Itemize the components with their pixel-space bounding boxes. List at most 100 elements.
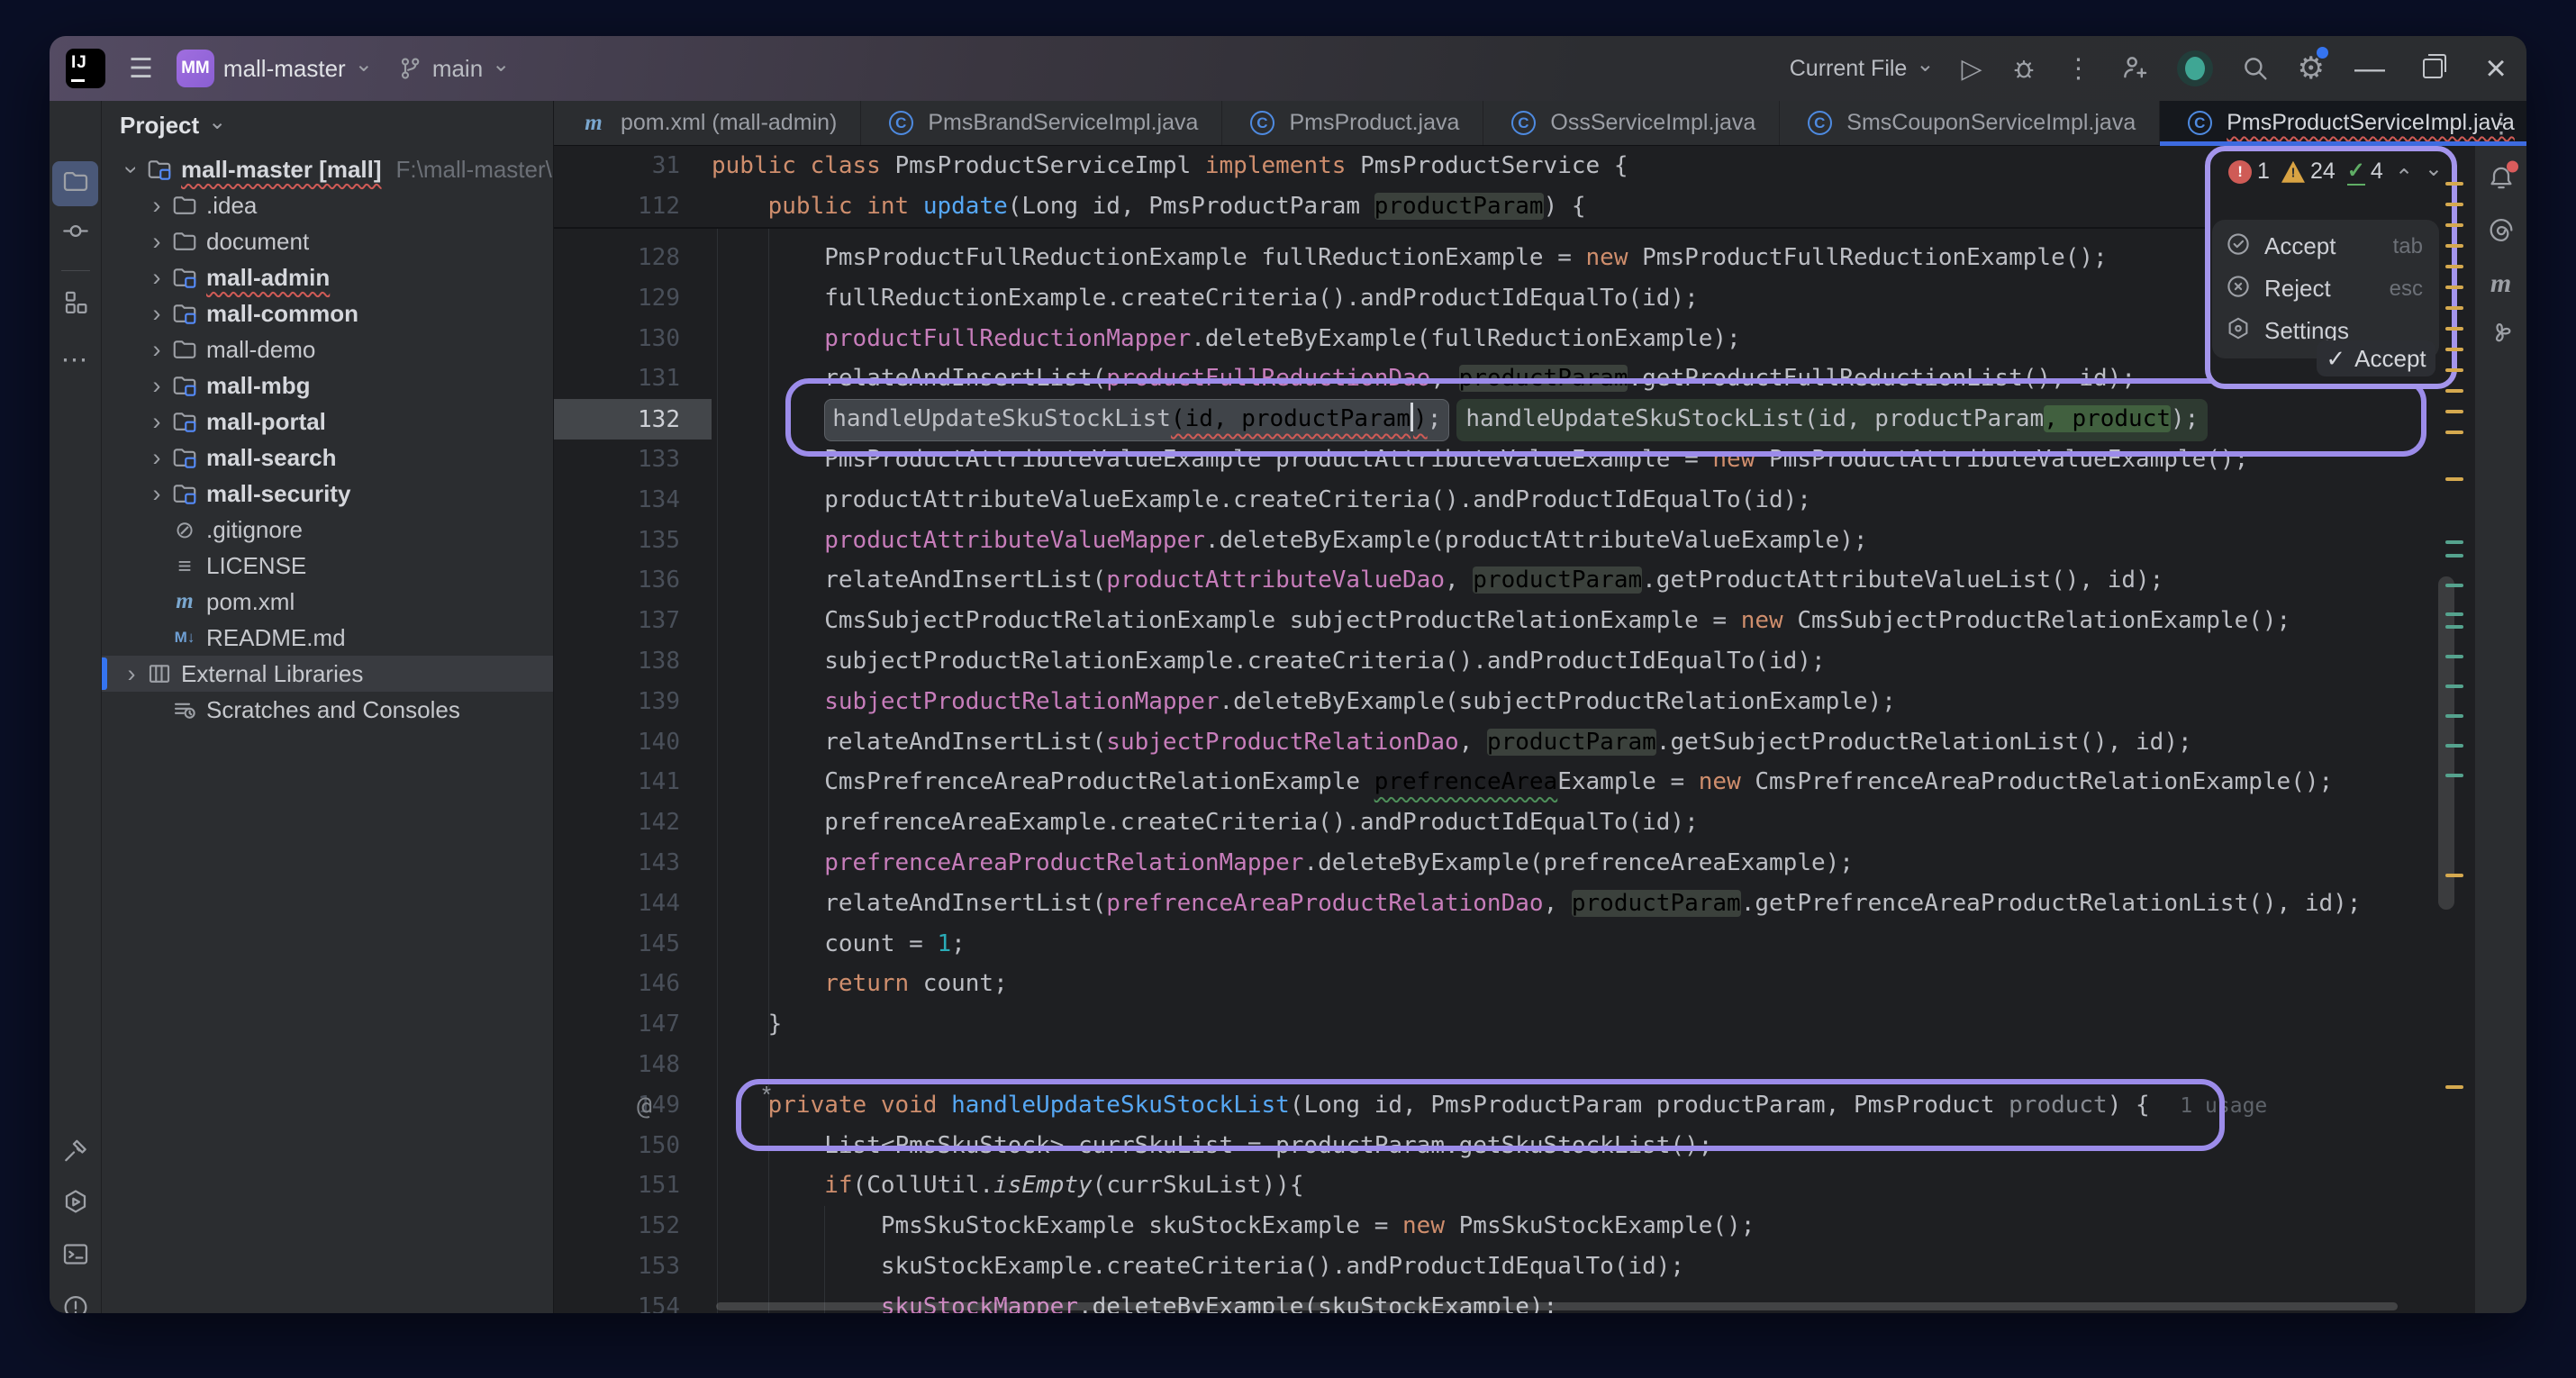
main-menu-button[interactable]: ☰ xyxy=(129,53,153,85)
gradle-tool-button[interactable] xyxy=(2487,319,2516,352)
stripe-mark[interactable] xyxy=(2445,410,2463,413)
search-icon[interactable] xyxy=(2240,53,2271,84)
tree-item-document[interactable]: › document xyxy=(102,223,553,259)
stripe-mark[interactable] xyxy=(2445,1085,2463,1089)
stripe-mark[interactable] xyxy=(2445,286,2463,289)
run-configuration-selector[interactable]: Current File ⌄ xyxy=(1790,54,1935,82)
tree-item-readme-md[interactable]: M↓ README.md xyxy=(102,620,553,656)
stripe-mark[interactable] xyxy=(2445,244,2463,248)
commit-tool-button[interactable] xyxy=(61,217,90,250)
tab-options-button[interactable]: ⋮ xyxy=(2488,108,2515,140)
services-tool-button[interactable] xyxy=(61,1188,90,1221)
tree-item--gitignore[interactable]: ⊘ .gitignore xyxy=(102,512,553,548)
code-with-me-button[interactable] xyxy=(2119,53,2150,84)
tree-chevron-icon[interactable]: › xyxy=(118,158,146,181)
stripe-mark[interactable] xyxy=(2445,584,2463,587)
tree-item-mall-master-mall-[interactable]: › mall-master [mall] F:\mall-master\mall-m… xyxy=(102,151,554,187)
stripe-mark[interactable] xyxy=(2445,223,2463,227)
stripe-mark[interactable] xyxy=(2445,612,2463,616)
tree-item-scratches-and-consoles[interactable]: Scratches and Consoles xyxy=(102,692,553,728)
debug-button[interactable] xyxy=(2009,54,2038,83)
maven-tool-button[interactable]: m xyxy=(2490,268,2511,299)
stripe-mark[interactable] xyxy=(2445,655,2463,658)
tab-pmsproduct-java[interactable]: C PmsProduct.java xyxy=(1222,101,1484,145)
tab-pom-xml-mall-admin-[interactable]: m pom.xml (mall-admin) xyxy=(554,101,862,145)
project-tool-button[interactable] xyxy=(61,168,90,201)
annotation-gutter-icon[interactable]: @ xyxy=(637,1085,652,1126)
stripe-mark[interactable] xyxy=(2445,714,2463,718)
problems-tool-button[interactable] xyxy=(61,1293,90,1313)
stripe-mark[interactable] xyxy=(2445,368,2463,372)
stripe-mark[interactable] xyxy=(2445,744,2463,748)
stripe-mark[interactable] xyxy=(2445,874,2463,877)
previous-problem-button[interactable]: ⌄ xyxy=(2395,163,2413,187)
code-editor[interactable]: 31 public class PmsProductServiceImpl imp… xyxy=(554,146,2425,1313)
stripe-mark[interactable] xyxy=(2445,540,2463,544)
close-button[interactable]: × xyxy=(2478,49,2514,89)
inspections-widget[interactable]: !1 24 ✓4 ⌄ ⌄ xyxy=(2228,158,2443,187)
user-avatar[interactable] xyxy=(2176,50,2213,86)
tree-chevron-icon[interactable]: › xyxy=(145,264,168,292)
stripe-mark[interactable] xyxy=(2445,327,2463,331)
stripe-mark[interactable] xyxy=(2445,265,2463,268)
line-content: fullReductionExample.createCriteria().an… xyxy=(712,284,1699,312)
tree-chevron-icon[interactable]: › xyxy=(145,300,168,328)
tree-item-external-libraries[interactable]: › External Libraries xyxy=(102,656,553,692)
more-tools-button[interactable]: ⋯ xyxy=(61,345,90,376)
menu-item-accept[interactable]: Accept tab xyxy=(2212,225,2439,267)
tab-pmsbrandserviceimpl-java[interactable]: C PmsBrandServiceImpl.java xyxy=(861,101,1223,145)
tree-item-mall-common[interactable]: › mall-common xyxy=(102,295,553,331)
run-button[interactable]: ▷ xyxy=(1961,53,1982,85)
tree-item-mall-demo[interactable]: › mall-demo xyxy=(102,331,553,367)
branch-selector[interactable]: main ⌄ xyxy=(396,54,510,83)
tree-chevron-icon[interactable]: › xyxy=(145,192,168,220)
ai-assistant-button[interactable] xyxy=(2487,216,2516,249)
tree-chevron-icon[interactable]: › xyxy=(145,408,168,436)
right-tool-stripe: m xyxy=(2474,101,2526,1313)
tab-smscouponserviceimpl-java[interactable]: C SmsCouponServiceImpl.java xyxy=(1780,101,2161,145)
tree-chevron-icon[interactable]: › xyxy=(145,228,168,256)
tree-chevron-icon[interactable]: › xyxy=(145,480,168,508)
tree-item-mall-admin[interactable]: › mall-admin xyxy=(102,259,553,295)
tree-chevron-icon[interactable]: › xyxy=(145,444,168,472)
build-tool-button[interactable] xyxy=(61,1137,90,1170)
menu-item-reject[interactable]: Reject esc xyxy=(2212,267,2439,310)
tab-ossserviceimpl-java[interactable]: C OssServiceImpl.java xyxy=(1483,101,1781,145)
horizontal-scrollbar[interactable] xyxy=(716,1302,2398,1310)
minimize-button[interactable]: — xyxy=(2352,51,2388,86)
tree-chevron-icon[interactable]: › xyxy=(145,372,168,400)
stripe-mark[interactable] xyxy=(2445,389,2463,393)
stripe-mark[interactable] xyxy=(2445,774,2463,777)
stripe-mark[interactable] xyxy=(2445,182,2463,186)
tree-item-license[interactable]: ≡ LICENSE xyxy=(102,548,553,584)
accept-button[interactable]: ✓ Accept xyxy=(2317,340,2435,376)
tree-item-mall-mbg[interactable]: › mall-mbg xyxy=(102,367,553,403)
tree-item--idea[interactable]: › .idea xyxy=(102,187,553,223)
more-actions-button[interactable]: ⋮ xyxy=(2065,53,2092,85)
stripe-mark[interactable] xyxy=(2445,203,2463,206)
tree-item-mall-search[interactable]: › mall-search xyxy=(102,440,553,476)
structure-tool-button[interactable] xyxy=(61,288,90,322)
tree-item-mall-security[interactable]: › mall-security xyxy=(102,476,553,512)
stripe-mark[interactable] xyxy=(2445,431,2463,434)
line-content: CmsSubjectProductRelationExample subject… xyxy=(712,607,2291,635)
tree-item-mall-portal[interactable]: › mall-portal xyxy=(102,403,553,440)
stripe-mark[interactable] xyxy=(2445,348,2463,351)
project-selector[interactable]: MM mall-master ⌄ xyxy=(176,50,373,87)
stripe-mark[interactable] xyxy=(2445,625,2463,629)
ide-window: IJ ☰ MM mall-master ⌄ main ⌄ Current Fil… xyxy=(50,36,2526,1313)
maximize-button[interactable] xyxy=(2415,54,2451,78)
stripe-mark[interactable] xyxy=(2445,684,2463,688)
tab-pmsproductserviceimpl-java[interactable]: CPmsProductServiceImpl.java× xyxy=(2160,101,2526,146)
tree-chevron-icon[interactable]: › xyxy=(120,660,143,688)
tree-item-pom-xml[interactable]: m pom.xml xyxy=(102,584,553,620)
stripe-mark[interactable] xyxy=(2445,477,2463,481)
stripe-mark[interactable] xyxy=(2445,554,2463,558)
settings-button[interactable]: ⚙ xyxy=(2298,47,2328,86)
tree-chevron-icon[interactable]: › xyxy=(145,336,168,364)
stripe-mark[interactable] xyxy=(2445,306,2463,310)
next-problem-button[interactable]: ⌄ xyxy=(2425,158,2443,180)
notifications-button[interactable] xyxy=(2487,160,2518,197)
terminal-tool-button[interactable] xyxy=(61,1240,90,1274)
project-panel-header[interactable]: Project ⌄ xyxy=(120,111,226,140)
